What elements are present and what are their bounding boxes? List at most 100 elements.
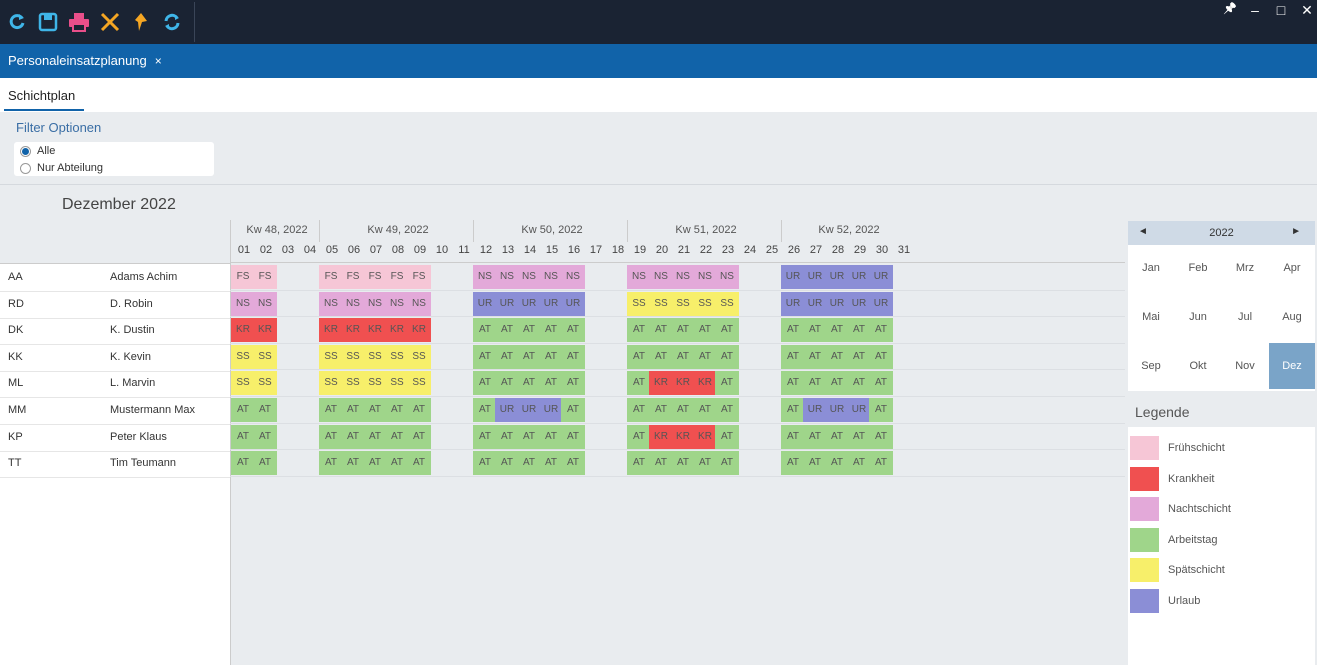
shift-cell[interactable]: SS [627, 291, 651, 316]
shift-cell[interactable]: AT [627, 318, 651, 343]
shift-cell[interactable]: AT [231, 451, 255, 476]
shift-cell[interactable]: AT [561, 318, 585, 343]
shift-cell[interactable]: KR [363, 318, 387, 343]
shift-cell[interactable]: KR [671, 371, 695, 396]
shift-cell[interactable]: UR [539, 398, 563, 422]
shift-cell[interactable]: AT [825, 424, 849, 449]
shift-cell[interactable]: AT [693, 318, 717, 343]
shift-cell[interactable]: AT [319, 451, 343, 476]
shift-cell[interactable]: AT [539, 344, 563, 369]
shift-cell[interactable]: AT [649, 451, 673, 476]
shift-cell[interactable]: AT [781, 318, 805, 343]
shift-cell[interactable]: AT [517, 344, 541, 369]
shift-cell[interactable]: NS [715, 265, 739, 289]
month-okt[interactable]: Okt [1175, 343, 1221, 389]
shift-cell[interactable]: FS [253, 265, 277, 289]
shift-cell[interactable]: AT [473, 318, 497, 343]
shift-cell[interactable]: NS [363, 291, 387, 316]
shift-cell[interactable]: SS [319, 371, 343, 396]
shift-cell[interactable]: KR [231, 318, 255, 343]
shift-cell[interactable]: AT [473, 424, 497, 449]
shift-cell[interactable]: AT [517, 318, 541, 343]
shift-cell[interactable]: SS [341, 344, 365, 369]
employee-row[interactable]: DK K. Dustin [0, 317, 230, 346]
print-icon[interactable] [64, 7, 94, 37]
radio-alle[interactable]: Alle [20, 145, 55, 157]
shift-cell[interactable]: FS [363, 265, 387, 289]
shift-cell[interactable]: AT [781, 451, 805, 476]
shift-cell[interactable]: SS [407, 371, 431, 396]
next-year-icon[interactable]: ► [1291, 226, 1301, 237]
shift-cell[interactable]: AT [517, 451, 541, 476]
shift-cell[interactable]: AT [869, 424, 893, 449]
shift-cell[interactable]: AT [407, 451, 431, 476]
shift-cell[interactable]: SS [671, 291, 695, 316]
shift-cell[interactable]: AT [231, 424, 255, 449]
shift-cell[interactable]: AT [539, 318, 563, 343]
shift-cell[interactable]: UR [517, 291, 541, 316]
month-jul[interactable]: Jul [1222, 294, 1268, 340]
shift-cell[interactable]: AT [385, 451, 409, 476]
maximize-icon[interactable]: □ [1275, 2, 1287, 19]
shift-cell[interactable]: UR [847, 398, 871, 422]
shift-cell[interactable]: AT [253, 398, 277, 422]
shift-cell[interactable]: KR [341, 318, 365, 343]
minimize-icon[interactable]: – [1249, 2, 1261, 19]
shift-cell[interactable]: SS [715, 291, 739, 316]
radio-nur-abteilung[interactable]: Nur Abteilung [20, 162, 103, 174]
shift-cell[interactable]: SS [253, 344, 277, 369]
shift-cell[interactable]: UR [561, 291, 585, 316]
shift-cell[interactable]: NS [231, 291, 255, 316]
radio-unselected-icon[interactable] [20, 162, 31, 174]
shift-cell[interactable]: AT [803, 318, 827, 343]
month-mrz[interactable]: Mrz [1222, 245, 1268, 291]
shift-cell[interactable]: UR [803, 291, 827, 316]
shift-cell[interactable]: AT [363, 451, 387, 476]
employee-row[interactable]: ML L. Marvin [0, 370, 230, 399]
shift-cell[interactable]: KR [385, 318, 409, 343]
shift-cell[interactable]: KR [253, 318, 277, 343]
shift-cell[interactable]: UR [517, 398, 541, 422]
shift-cell[interactable]: AT [341, 398, 365, 422]
shift-cell[interactable]: KR [649, 424, 673, 449]
shift-cell[interactable]: AT [781, 371, 805, 396]
shift-cell[interactable]: NS [649, 265, 673, 289]
shift-cell[interactable]: AT [825, 371, 849, 396]
shift-cell[interactable]: KR [319, 318, 343, 343]
shift-cell[interactable]: NS [253, 291, 277, 316]
shift-cell[interactable]: AT [693, 451, 717, 476]
shift-cell[interactable]: AT [627, 398, 651, 422]
shift-cell[interactable]: SS [253, 371, 277, 396]
shift-cell[interactable]: SS [363, 371, 387, 396]
month-aug[interactable]: Aug [1269, 294, 1315, 340]
shift-cell[interactable]: AT [847, 371, 871, 396]
shift-cell[interactable]: AT [847, 451, 871, 476]
shift-cell[interactable]: AT [319, 398, 343, 422]
shift-cell[interactable]: SS [341, 371, 365, 396]
shift-cell[interactable]: AT [231, 398, 255, 422]
shift-cell[interactable]: AT [825, 318, 849, 343]
shift-cell[interactable]: AT [715, 451, 739, 476]
shift-cell[interactable]: NS [671, 265, 695, 289]
shift-cell[interactable]: KR [649, 371, 673, 396]
shift-cell[interactable]: FS [231, 265, 255, 289]
month-sep[interactable]: Sep [1128, 343, 1174, 389]
shift-cell[interactable]: AT [473, 344, 497, 369]
shift-cell[interactable]: AT [495, 318, 519, 343]
shift-cell[interactable]: AT [473, 451, 497, 476]
shift-cell[interactable]: AT [803, 371, 827, 396]
shift-cell[interactable]: AT [407, 424, 431, 449]
shift-cell[interactable]: AT [847, 344, 871, 369]
shift-cell[interactable]: UR [847, 291, 871, 316]
shift-cell[interactable]: NS [627, 265, 651, 289]
shift-cell[interactable]: FS [341, 265, 365, 289]
employee-row[interactable]: MM Mustermann Max [0, 397, 230, 425]
shift-cell[interactable]: UR [539, 291, 563, 316]
shift-cell[interactable]: AT [649, 344, 673, 369]
shift-cell[interactable]: NS [495, 265, 519, 289]
shift-cell[interactable]: AT [539, 424, 563, 449]
shift-cell[interactable]: AT [715, 344, 739, 369]
shift-cell[interactable]: AT [847, 424, 871, 449]
shift-cell[interactable]: UR [473, 291, 497, 316]
shift-cell[interactable]: NS [407, 291, 431, 316]
